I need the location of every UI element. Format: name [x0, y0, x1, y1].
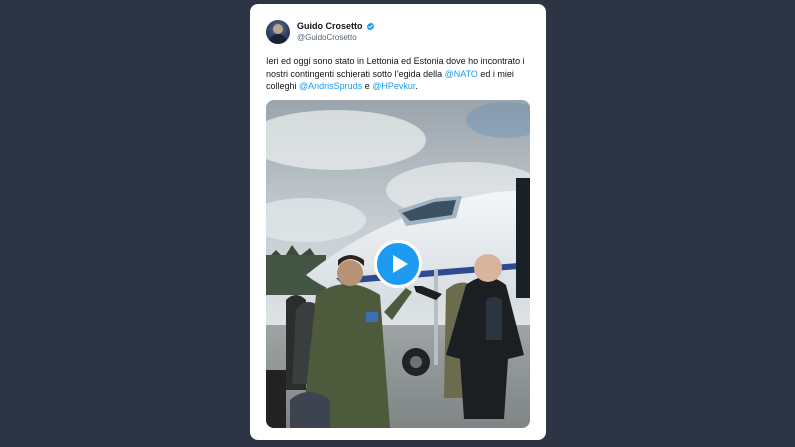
tweet-header: Guido Crosetto @GuidoCrosetto: [266, 19, 375, 45]
verified-badge-icon: [366, 22, 374, 30]
video-thumbnail[interactable]: [266, 100, 530, 428]
play-icon: [392, 255, 408, 273]
tweet-text: Ieri ed oggi sono stato in Lettonia ed E…: [266, 55, 534, 93]
tweet-text-part: e: [362, 81, 373, 91]
mention-link-hpevkur[interactable]: @HPevkur: [372, 81, 415, 91]
display-name-row: Guido Crosetto: [297, 20, 375, 32]
author-names: Guido Crosetto @GuidoCrosetto: [297, 20, 375, 44]
play-button[interactable]: [374, 240, 422, 288]
tweet-card: Guido Crosetto @GuidoCrosetto Ieri ed og…: [250, 4, 546, 440]
author-display-name[interactable]: Guido Crosetto: [297, 20, 363, 32]
author-avatar[interactable]: [266, 20, 290, 44]
tweet-text-part: .: [415, 81, 418, 91]
author-handle[interactable]: @GuidoCrosetto: [297, 32, 375, 44]
mention-link-nato[interactable]: @NATO: [445, 69, 478, 79]
mention-link-andris-spruds[interactable]: @AndrisSpruds: [299, 81, 362, 91]
